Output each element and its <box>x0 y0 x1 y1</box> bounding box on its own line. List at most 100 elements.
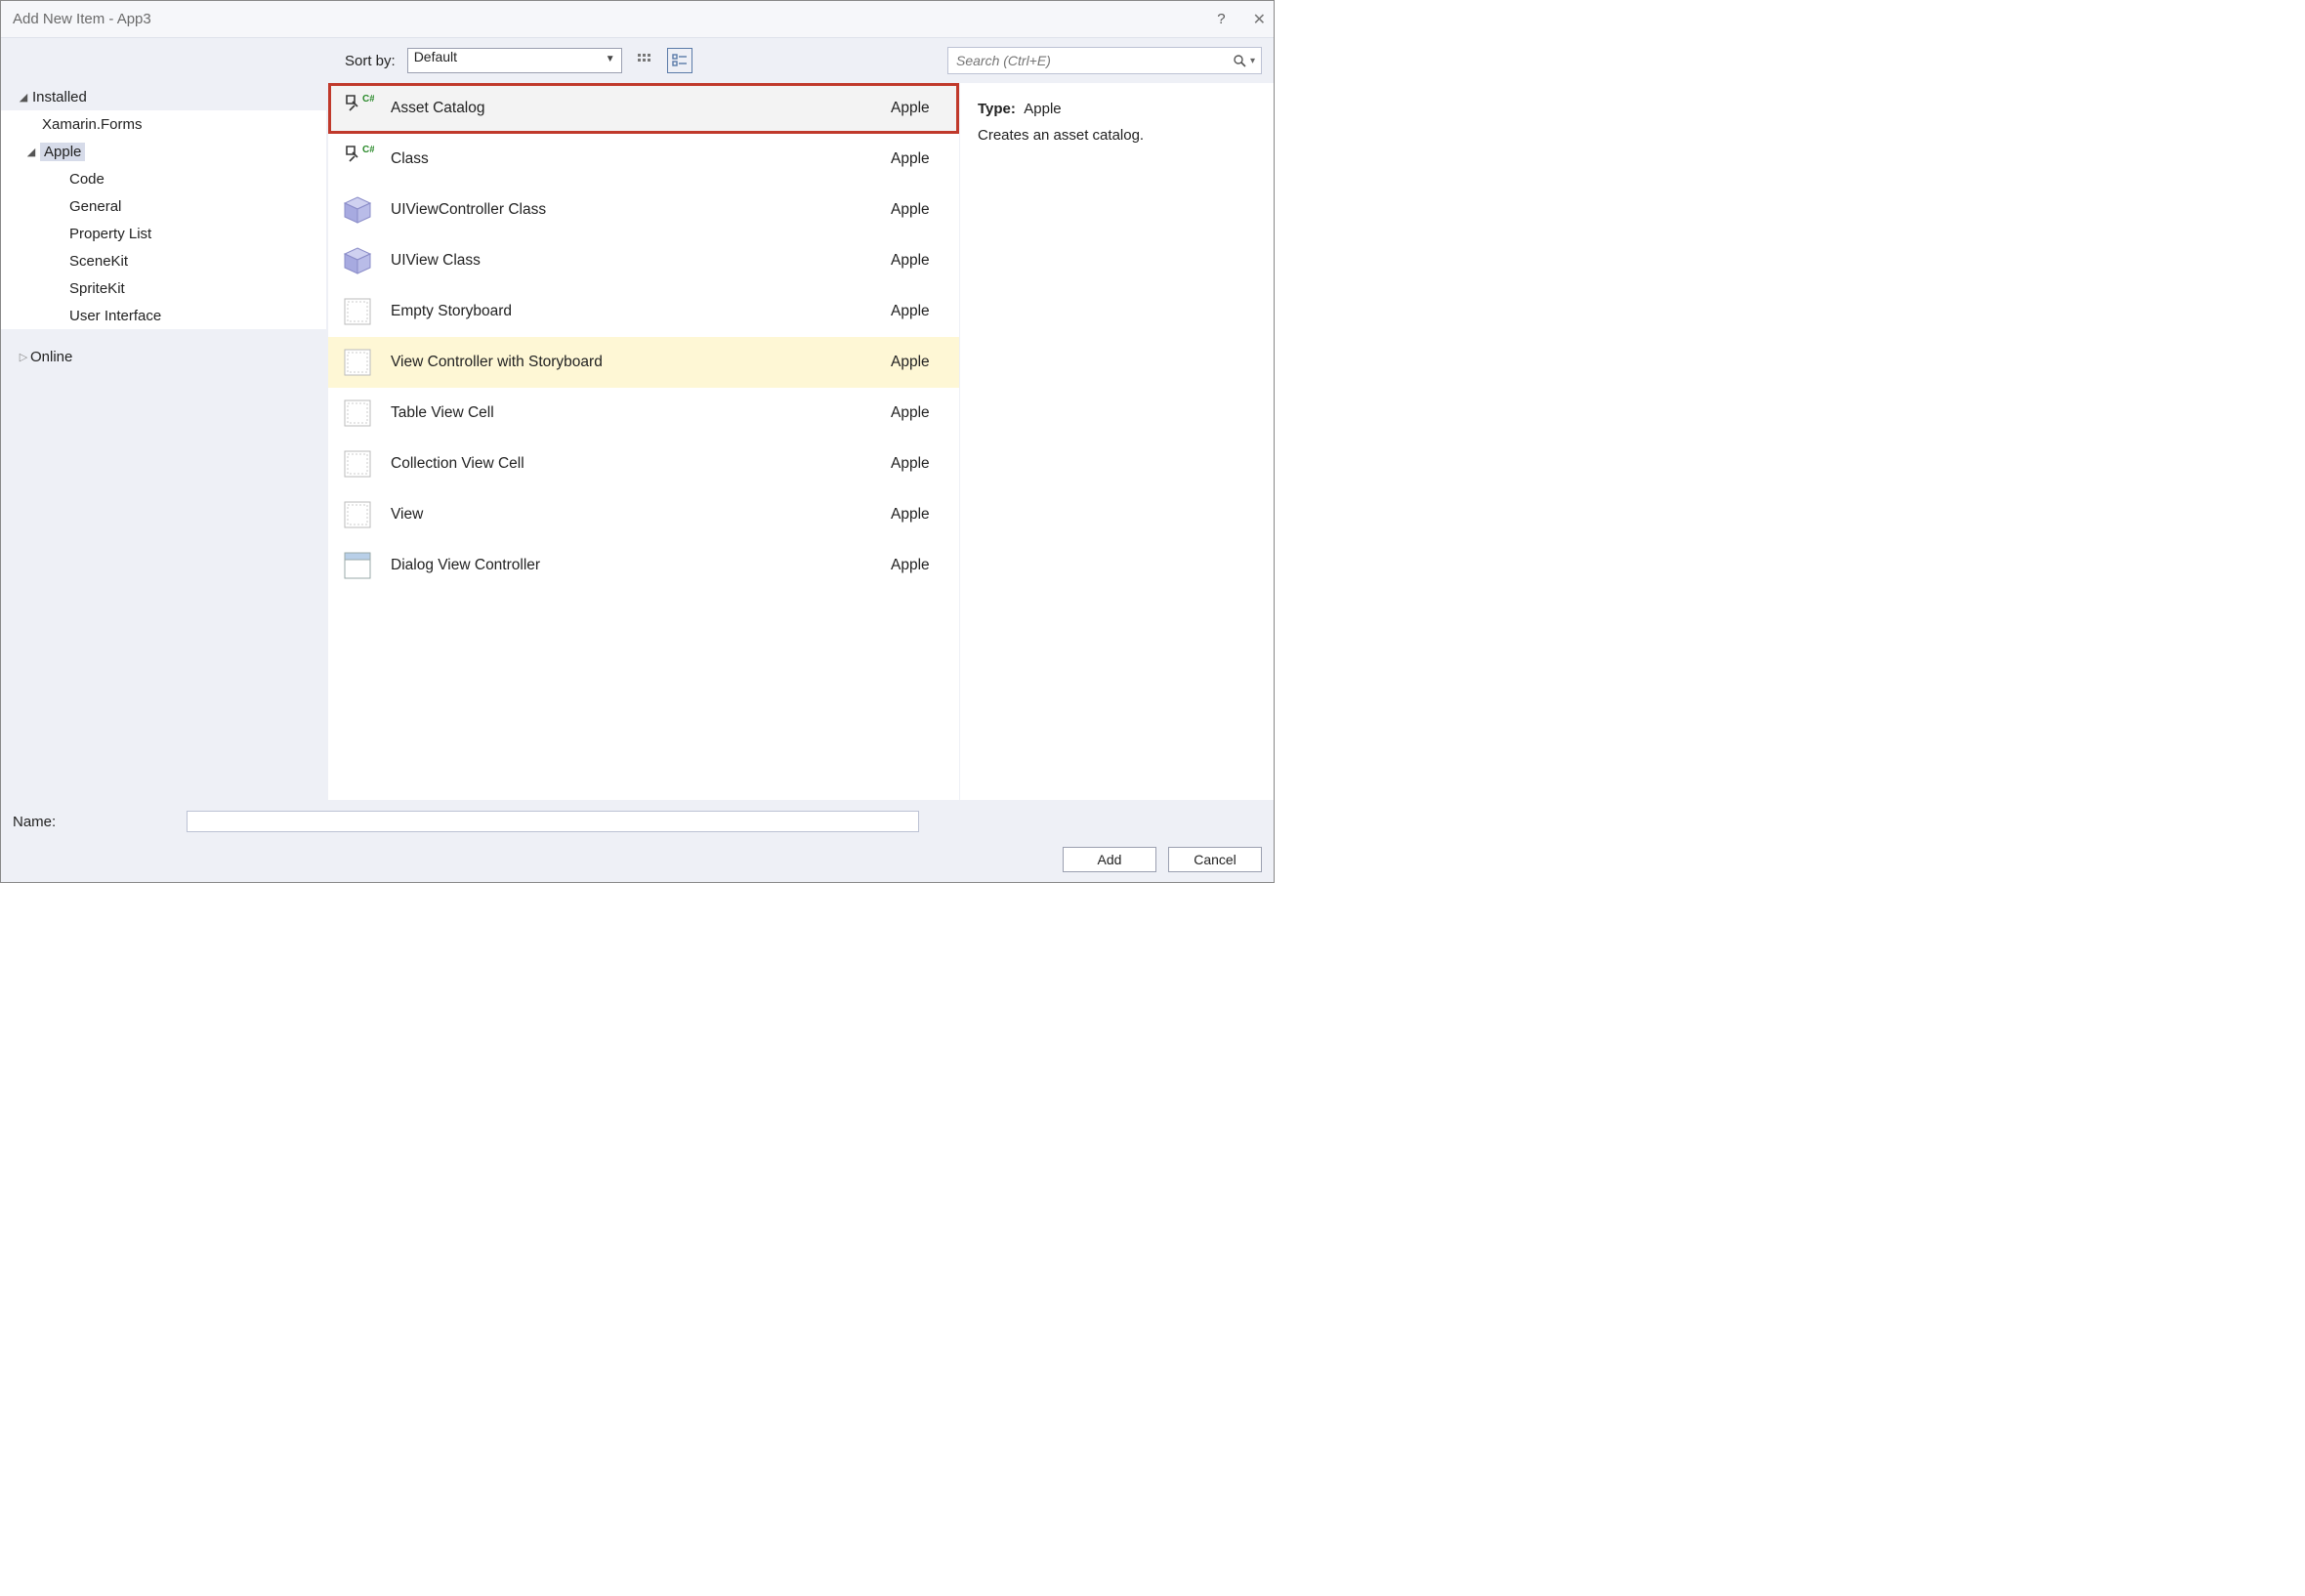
search-icon <box>1233 54 1246 67</box>
sort-dropdown[interactable]: Default ▼ <box>407 48 622 73</box>
template-category: Apple <box>891 150 940 168</box>
sortby-label: Sort by: <box>345 53 396 69</box>
sidebar-installed-children: Xamarin.Forms ◢ Apple Code General Prope… <box>1 110 326 329</box>
template-category: Apple <box>891 252 940 270</box>
sidebar-item-property-list[interactable]: Property List <box>1 220 326 247</box>
class-icon: C# <box>338 140 377 179</box>
titlebar: Add New Item - App3 ? ✕ <box>1 1 1274 38</box>
sidebar-item-xamarin-forms[interactable]: Xamarin.Forms <box>1 110 326 138</box>
chevron-right-icon: ▷ <box>17 351 30 363</box>
detail-description: Creates an asset catalog. <box>978 127 1256 144</box>
sidebar-item-label: SceneKit <box>69 253 128 270</box>
template-label: Table View Cell <box>391 404 877 422</box>
help-icon[interactable]: ? <box>1217 11 1225 27</box>
grid-small-icon <box>637 53 652 68</box>
template-list: C# Asset Catalog Apple C# Class Apple UI… <box>328 83 959 800</box>
template-row-asset-catalog[interactable]: C# Asset Catalog Apple <box>328 83 959 134</box>
cube-icon <box>338 241 377 280</box>
template-row-tableviewcell[interactable]: Table View Cell Apple <box>328 388 959 439</box>
template-label: Collection View Cell <box>391 455 877 473</box>
sidebar-label: Online <box>30 349 72 365</box>
dialog-window: Add New Item - App3 ? ✕ Sort by: Default… <box>0 0 1275 883</box>
titlebar-controls: ? ✕ <box>1217 10 1266 29</box>
template-row-uiviewcontroller[interactable]: UIViewController Class Apple <box>328 185 959 235</box>
window-title: Add New Item - App3 <box>13 11 151 27</box>
template-row-view[interactable]: View Apple <box>328 489 959 540</box>
template-row-collectionviewcell[interactable]: Collection View Cell Apple <box>328 439 959 489</box>
list-icon <box>672 53 688 68</box>
template-label: UIViewController Class <box>391 201 877 219</box>
name-row: Name: <box>13 810 1262 833</box>
sidebar-item-label: Xamarin.Forms <box>42 116 143 133</box>
template-category: Apple <box>891 404 940 422</box>
sidebar: ◢ Installed Xamarin.Forms ◢ Apple Code <box>1 83 328 800</box>
template-row-class[interactable]: C# Class Apple <box>328 134 959 185</box>
detail-type-label: Type: <box>978 101 1016 117</box>
sidebar-item-label: SpriteKit <box>69 280 125 297</box>
body: ◢ Installed Xamarin.Forms ◢ Apple Code <box>1 83 1274 800</box>
template-label: Asset Catalog <box>391 100 877 117</box>
sidebar-item-label: General <box>69 198 121 215</box>
sidebar-item-code[interactable]: Code <box>1 165 326 192</box>
sidebar-item-scenekit[interactable]: SceneKit <box>1 247 326 274</box>
template-category: Apple <box>891 201 940 219</box>
sidebar-item-user-interface[interactable]: User Interface <box>1 302 326 329</box>
template-category: Apple <box>891 354 940 371</box>
close-icon[interactable]: ✕ <box>1253 10 1266 29</box>
chevron-down-icon: ◢ <box>17 91 30 104</box>
template-row-dialog-vc[interactable]: Dialog View Controller Apple <box>328 540 959 591</box>
button-row: Add Cancel <box>13 847 1262 872</box>
detail-pane: Type: Apple Creates an asset catalog. <box>959 83 1274 800</box>
svg-text:C#: C# <box>362 145 374 155</box>
asset-catalog-icon: C# <box>338 89 377 128</box>
search-dropdown-icon[interactable]: ▾ <box>1250 56 1255 66</box>
template-row-empty-storyboard[interactable]: Empty Storyboard Apple <box>328 286 959 337</box>
window-icon <box>338 546 377 585</box>
view-small-icons-button[interactable] <box>632 48 657 73</box>
template-label: Dialog View Controller <box>391 557 877 574</box>
search-input[interactable] <box>956 53 1233 68</box>
chevron-down-icon: ▼ <box>606 54 615 64</box>
template-row-viewcontroller-storyboard[interactable]: View Controller with Storyboard Apple <box>328 337 959 388</box>
sidebar-tree: ◢ Installed Xamarin.Forms ◢ Apple Code <box>1 83 328 376</box>
template-category: Apple <box>891 506 940 524</box>
template-label: View Controller with Storyboard <box>391 354 877 371</box>
sidebar-node-online[interactable]: ▷ Online <box>1 343 328 370</box>
storyboard-icon <box>338 343 377 382</box>
name-label: Name: <box>13 814 167 830</box>
template-category: Apple <box>891 455 940 473</box>
name-input[interactable] <box>187 811 919 832</box>
template-category: Apple <box>891 303 940 320</box>
cube-icon <box>338 190 377 230</box>
storyboard-icon <box>338 292 377 331</box>
template-label: Class <box>391 150 877 168</box>
storyboard-icon <box>338 495 377 534</box>
sidebar-node-installed[interactable]: ◢ Installed <box>1 83 328 110</box>
sidebar-item-label: Property List <box>69 226 151 242</box>
add-button[interactable]: Add <box>1063 847 1156 872</box>
sidebar-item-label: User Interface <box>69 308 161 324</box>
search-box[interactable]: ▾ <box>947 47 1262 74</box>
template-category: Apple <box>891 100 940 117</box>
sidebar-item-label: Apple <box>40 143 85 161</box>
sidebar-label: Installed <box>32 89 87 105</box>
bottom-bar: Name: Add Cancel <box>1 800 1274 882</box>
sidebar-item-label: Code <box>69 171 105 188</box>
sidebar-item-general[interactable]: General <box>1 192 326 220</box>
template-label: View <box>391 506 877 524</box>
view-list-button[interactable] <box>667 48 692 73</box>
template-row-uiview[interactable]: UIView Class Apple <box>328 235 959 286</box>
template-label: UIView Class <box>391 252 877 270</box>
cancel-button[interactable]: Cancel <box>1168 847 1262 872</box>
template-category: Apple <box>891 557 940 574</box>
storyboard-icon <box>338 444 377 483</box>
storyboard-icon <box>338 394 377 433</box>
toolbar: Sort by: Default ▼ ▾ <box>1 38 1274 83</box>
sort-value: Default <box>414 49 457 64</box>
detail-type-row: Type: Apple <box>978 101 1256 117</box>
chevron-down-icon: ◢ <box>24 146 38 158</box>
sidebar-item-apple[interactable]: ◢ Apple <box>1 138 326 165</box>
sidebar-item-spritekit[interactable]: SpriteKit <box>1 274 326 302</box>
svg-text:C#: C# <box>362 94 374 105</box>
detail-type-value: Apple <box>1024 101 1061 117</box>
